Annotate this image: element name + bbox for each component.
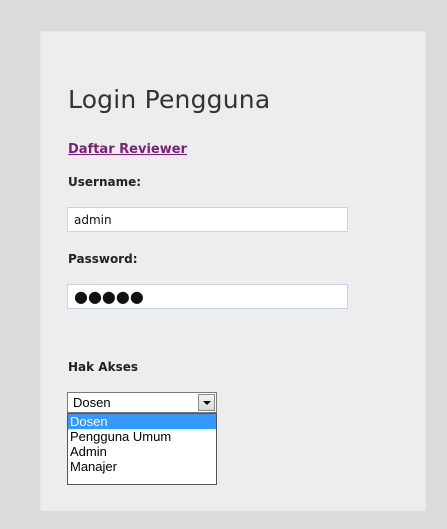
- password-input[interactable]: [67, 284, 348, 309]
- role-select[interactable]: Dosen: [67, 392, 217, 413]
- dropdown-arrow-button[interactable]: [198, 394, 215, 411]
- login-panel: Login Pengguna Daftar Reviewer Username:…: [41, 32, 425, 510]
- role-option-manajer[interactable]: Manajer: [68, 459, 216, 474]
- page-title: Login Pengguna: [68, 85, 271, 114]
- password-label: Password:: [68, 252, 138, 266]
- username-label: Username:: [68, 175, 142, 189]
- chevron-down-icon: [203, 401, 211, 405]
- role-option-pengguna-umum[interactable]: Pengguna Umum: [68, 429, 216, 444]
- role-dropdown-list: Dosen Pengguna Umum Admin Manajer: [67, 413, 217, 485]
- role-option-dosen[interactable]: Dosen: [68, 414, 216, 429]
- username-input[interactable]: [67, 207, 348, 232]
- register-reviewer-link[interactable]: Daftar Reviewer: [68, 142, 187, 157]
- role-select-value: Dosen: [73, 395, 111, 410]
- role-label: Hak Akses: [68, 360, 138, 374]
- role-option-admin[interactable]: Admin: [68, 444, 216, 459]
